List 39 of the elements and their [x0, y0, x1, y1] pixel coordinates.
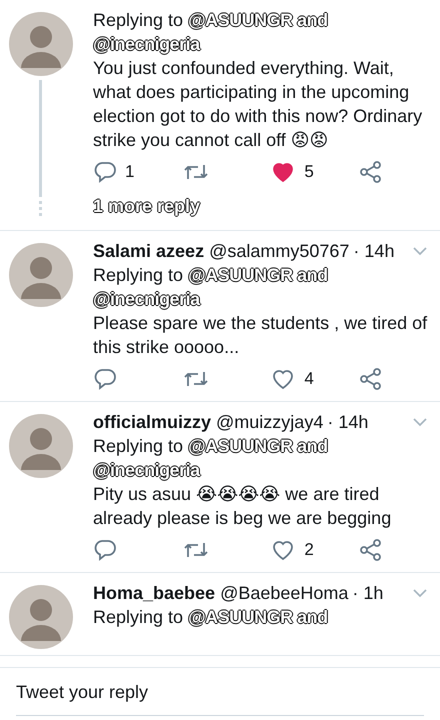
user-name[interactable]: Homa_baebee — [93, 583, 216, 603]
tweet-time: · 14h — [327, 412, 368, 432]
replying-label: Replying to — [93, 436, 184, 456]
tweet-text: Please spare we the students , we tired of this strike ooooo... — [93, 312, 428, 359]
reply-icon[interactable] — [93, 160, 117, 184]
user-name[interactable]: officialmuizzy — [93, 412, 212, 432]
tweet-text: You just confounded everything. Wait, what does participating in the upcoming election got to do with this now? Ordinary strike you cannot call off 😡😡 — [93, 57, 424, 152]
avatar[interactable] — [8, 585, 72, 649]
tweet-time: · 1h — [352, 583, 384, 603]
tweet-text: Pity us asuu 😭😭😭😭 we are tired already please is beg we are begging — [93, 483, 392, 530]
share-icon[interactable] — [359, 367, 384, 391]
replying-label: Replying to — [93, 10, 184, 30]
reply-icon[interactable] — [93, 367, 117, 391]
reply-count: 1 — [125, 161, 134, 183]
user-handle: @BaebeeHoma — [220, 583, 348, 603]
replying-label: Replying to — [93, 265, 184, 285]
thread-dots-icon — [39, 201, 42, 216]
tweet-time: · 14h — [353, 241, 394, 261]
share-icon[interactable] — [359, 160, 384, 184]
user-handle: @salammy50767 — [209, 241, 350, 261]
like-count: 5 — [304, 161, 314, 183]
mention-link[interactable]: @inecnigeria — [93, 460, 200, 480]
like-count: 4 — [304, 368, 314, 390]
like-count: 2 — [304, 539, 314, 561]
avatar[interactable] — [8, 243, 72, 307]
replying-label: Replying to — [93, 607, 184, 627]
avatar[interactable] — [8, 414, 72, 478]
mention-link[interactable]: @ASUUNGR and — [188, 436, 328, 456]
mention-link[interactable]: @inecnigeria — [93, 34, 200, 54]
mention-link[interactable]: @ASUUNGR and — [188, 265, 328, 285]
user-name[interactable]: Salami azeez — [93, 241, 204, 261]
mention-link[interactable]: @ASUUNGR and — [188, 607, 328, 627]
user-handle: @muizzyjay4 — [216, 412, 324, 432]
share-icon[interactable] — [359, 538, 384, 562]
more-replies-link[interactable]: 1 more reply — [93, 194, 200, 218]
avatar[interactable] — [8, 12, 72, 76]
mention-link[interactable]: @inecnigeria — [93, 289, 200, 309]
reply-icon[interactable] — [93, 538, 117, 562]
mention-link[interactable]: @ASUUNGR and — [188, 10, 328, 30]
